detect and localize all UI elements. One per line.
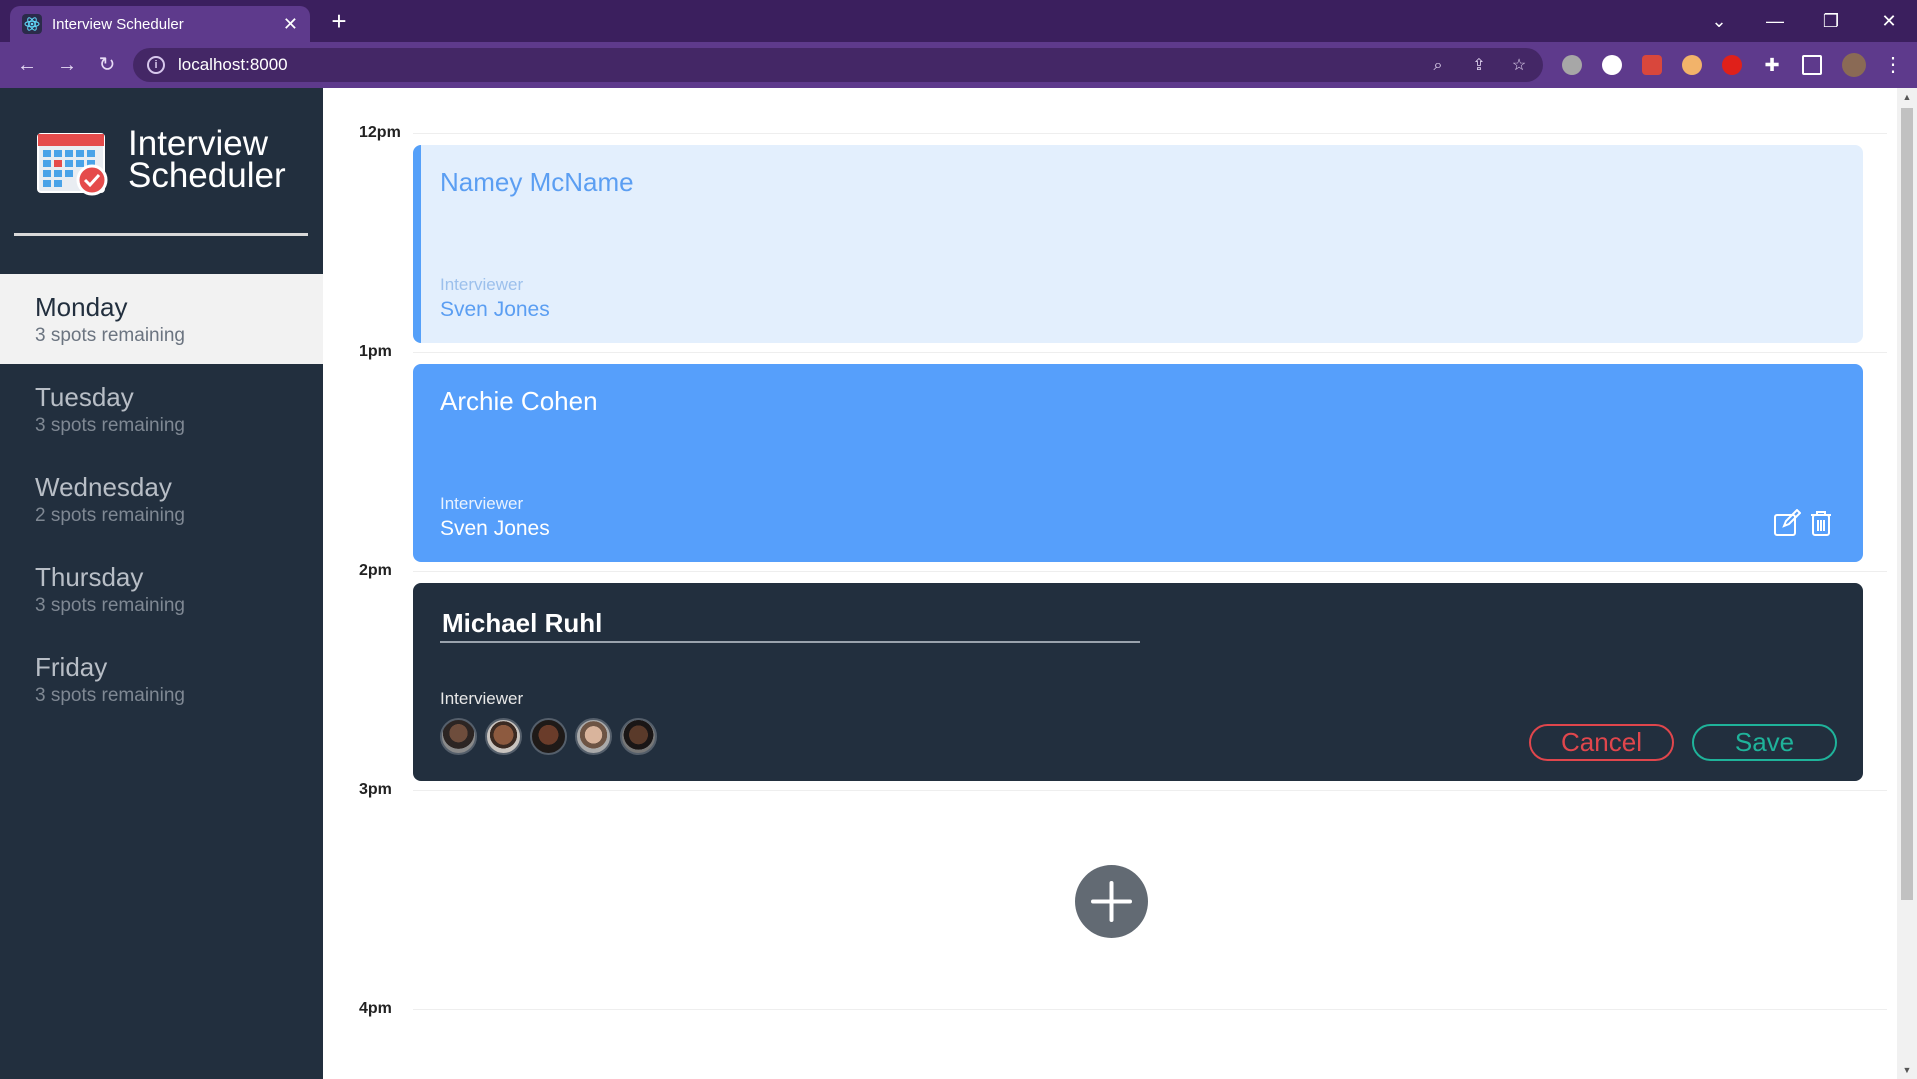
day-spots: 3 spots remaining [35,325,185,346]
extension-icon[interactable] [1562,55,1582,75]
zoom-icon[interactable]: ⌕ [1428,56,1448,76]
cancel-button[interactable]: Cancel [1529,724,1674,761]
extensions-puzzle-icon[interactable]: ✚ [1762,55,1782,75]
time-divider [413,790,1887,791]
sidebar-divider [14,233,308,236]
scroll-down-icon[interactable]: ▼ [1902,1065,1912,1075]
minimize-icon[interactable]: — [1760,6,1790,36]
window-close-icon[interactable]: ✕ [1874,6,1904,36]
time-label: 12pm [359,124,401,141]
profile-avatar[interactable] [1842,53,1866,77]
menu-kebab-icon[interactable]: ⋮ [1878,50,1908,80]
back-icon[interactable]: ← [12,50,42,80]
browser-tab[interactable]: Interview Scheduler ✕ [10,6,310,42]
edit-icon[interactable] [1773,508,1802,539]
address-bar[interactable]: i localhost:8000 ⌕ ⇪ ☆ [133,48,1543,82]
restore-icon[interactable]: ❐ [1816,6,1846,36]
time-divider [413,352,1887,353]
page-scrollbar[interactable]: ▲ ▼ [1897,88,1917,1079]
time-label: 2pm [359,562,392,579]
day-item-thursday[interactable]: Thursday 3 spots remaining [0,544,323,634]
day-name: Tuesday [35,382,134,412]
day-name: Monday [35,292,128,322]
plus-icon [1091,881,1132,922]
bookmark-star-icon[interactable]: ☆ [1509,56,1529,76]
interviewer-avatar[interactable] [440,718,477,755]
interviewer-avatar[interactable] [530,718,567,755]
tab-search-icon[interactable]: ⌄ [1704,6,1734,36]
extension-icon[interactable] [1602,55,1622,75]
side-panel-icon[interactable] [1802,55,1822,75]
student-name: Namey McName [440,167,634,197]
student-name: Archie Cohen [440,386,598,416]
day-spots: 3 spots remaining [35,595,185,616]
day-item-wednesday[interactable]: Wednesday 2 spots remaining [0,454,323,544]
tab-title: Interview Scheduler [52,15,184,33]
interviewer-avatar[interactable] [485,718,522,755]
app-title: Interview Scheduler [128,126,286,195]
extension-icon[interactable] [1682,55,1702,75]
share-icon[interactable]: ⇪ [1469,56,1489,76]
reload-icon[interactable]: ↻ [92,50,122,80]
day-item-monday[interactable]: Monday 3 spots remaining [0,274,323,364]
time-divider [413,1009,1887,1010]
interviewer-label: Interviewer [440,689,524,708]
scroll-up-icon[interactable]: ▲ [1902,92,1912,102]
interviewer-name: Sven Jones [440,298,550,321]
appointment-card[interactable]: Namey McName Interviewer Sven Jones [413,145,1863,343]
new-tab-button[interactable]: + [324,6,354,36]
student-name-input[interactable] [440,605,1140,643]
site-info-icon[interactable]: i [147,56,165,74]
browser-tab-bar: Interview Scheduler ✕ + ⌄ — ❐ ✕ [0,0,1917,42]
app-title-line2: Scheduler [128,156,286,195]
react-favicon-icon [22,14,42,34]
interviewer-avatar[interactable] [575,718,612,755]
sidebar: Interview Scheduler Monday 3 spots remai… [0,88,323,1079]
add-appointment-button[interactable] [1075,865,1148,938]
day-spots: 3 spots remaining [35,685,185,706]
scrollbar-thumb[interactable] [1901,108,1913,900]
interviewer-avatar[interactable] [620,718,657,755]
interviewer-label: Interviewer [440,275,524,294]
day-name: Thursday [35,562,144,592]
day-spots: 3 spots remaining [35,415,185,436]
interviewer-list [440,718,657,755]
save-button[interactable]: Save [1692,724,1837,761]
day-name: Wednesday [35,472,172,502]
interviewer-name: Sven Jones [440,517,550,540]
extension-icon[interactable] [1722,55,1742,75]
trash-icon[interactable] [1809,509,1837,539]
interviewer-label: Interviewer [440,494,524,513]
time-label: 3pm [359,781,392,798]
day-item-tuesday[interactable]: Tuesday 3 spots remaining [0,364,323,454]
day-name: Friday [35,652,108,682]
url-text: localhost:8000 [178,55,288,74]
day-item-friday[interactable]: Friday 3 spots remaining [0,634,323,724]
appointment-form: Interviewer Cancel Save [413,583,1863,781]
time-label: 1pm [359,343,392,360]
appointment-card[interactable]: Archie Cohen Interviewer Sven Jones [413,364,1863,562]
forward-icon[interactable]: → [52,50,82,80]
schedule: 12pm 1pm 2pm 3pm 4pm Namey McName Interv… [323,88,1897,1079]
browser-toolbar: ← → ↻ i localhost:8000 ⌕ ⇪ ☆ ✚ ⋮ [0,42,1917,88]
time-divider [413,571,1887,572]
time-label: 4pm [359,1000,392,1017]
tab-close-icon[interactable]: ✕ [283,14,298,35]
extension-icon[interactable] [1642,55,1662,75]
time-divider [413,133,1887,134]
day-spots: 2 spots remaining [35,505,185,526]
calendar-logo-icon [36,128,110,196]
